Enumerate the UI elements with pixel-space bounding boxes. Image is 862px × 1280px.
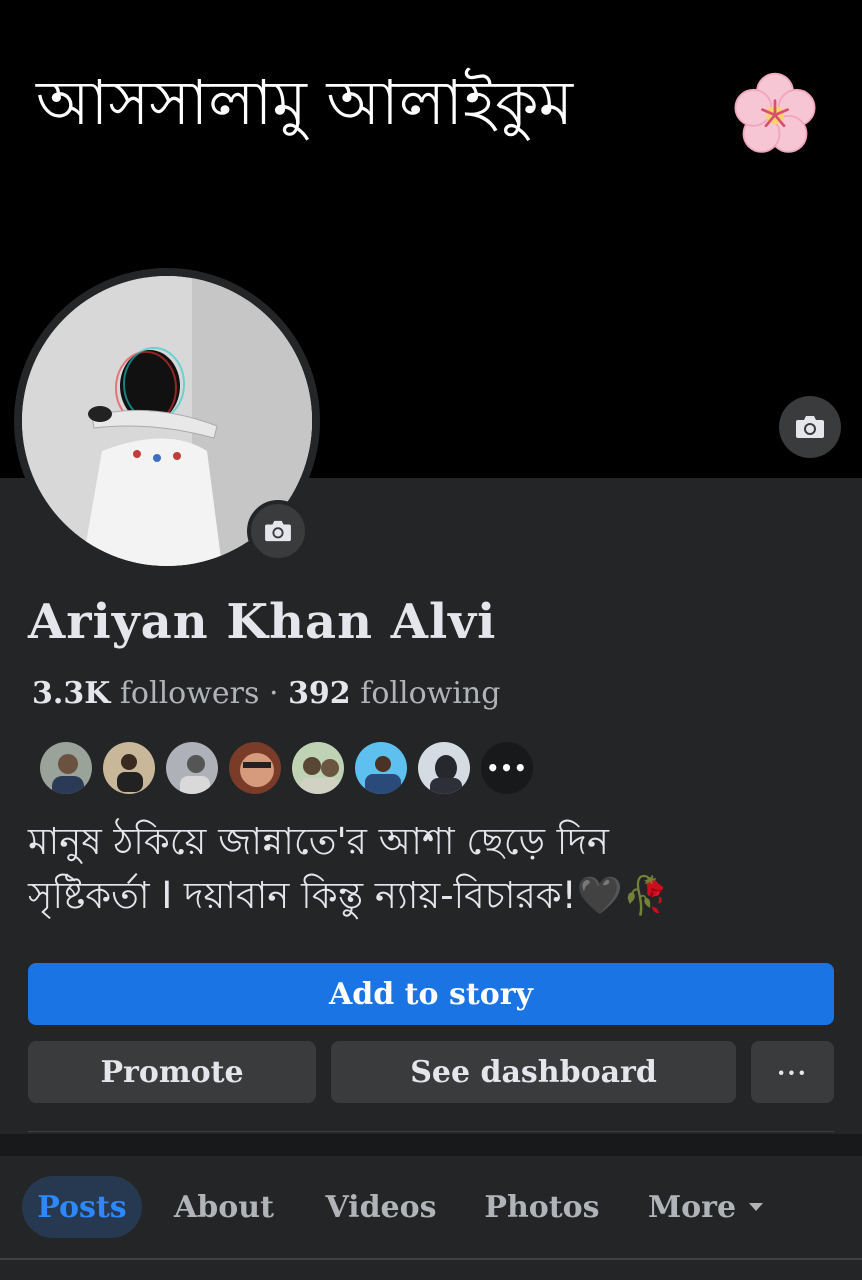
friends-avatar-row[interactable]: ••• — [38, 740, 542, 796]
profile-bio: মানুষ ঠকিয়ে জান্নাতে'র আশা ছেড়ে দিন সৃ… — [28, 815, 828, 923]
more-friends-button[interactable]: ••• — [479, 740, 535, 796]
add-to-story-button[interactable]: Add to story — [28, 963, 834, 1025]
tab-about[interactable]: About — [160, 1176, 288, 1238]
cherry-blossom-icon — [734, 72, 816, 153]
friend-avatar[interactable] — [416, 740, 472, 796]
bio-line: মানুষ ঠকিয়ে জান্নাতে'র আশা ছেড়ে দিন — [28, 820, 609, 863]
more-options-button[interactable]: ··· — [751, 1041, 834, 1103]
bio-line: সৃষ্টিকর্তা I দয়াবান কিন্তু ন্যায়-বিচা… — [28, 874, 669, 917]
more-friends-dots: ••• — [486, 756, 528, 780]
see-dashboard-button[interactable]: See dashboard — [331, 1041, 736, 1103]
promote-button[interactable]: Promote — [28, 1041, 316, 1103]
edit-cover-camera-button[interactable] — [779, 396, 841, 458]
stats-separator: · — [268, 676, 279, 711]
divider — [28, 1131, 834, 1132]
section-separator — [0, 1134, 862, 1156]
tab-photos[interactable]: Photos — [472, 1176, 612, 1238]
camera-icon — [796, 416, 824, 438]
profile-name: Ariyan Khan Alvi — [28, 594, 497, 650]
friend-avatar[interactable] — [290, 740, 346, 796]
tab-posts[interactable]: Posts — [22, 1176, 142, 1238]
friend-avatar[interactable] — [227, 740, 283, 796]
tab-more-label: More — [647, 1189, 737, 1225]
follow-stats: 3.3K followers · 392 following — [32, 676, 500, 711]
following-label[interactable]: following — [360, 676, 500, 711]
friend-avatar[interactable] — [353, 740, 409, 796]
friend-avatar[interactable] — [164, 740, 220, 796]
friend-avatar[interactable] — [101, 740, 157, 796]
profile-tabs: Posts About Videos Photos More — [0, 1156, 862, 1258]
edit-profile-picture-camera-button[interactable] — [247, 500, 309, 562]
followers-label[interactable]: followers — [120, 676, 260, 711]
following-count[interactable]: 392 — [288, 676, 351, 711]
caret-down-icon — [749, 1203, 764, 1211]
friend-avatar[interactable] — [38, 740, 94, 796]
tab-more[interactable]: More — [634, 1176, 778, 1238]
divider — [0, 1258, 862, 1260]
camera-icon — [265, 520, 291, 542]
tab-videos[interactable]: Videos — [310, 1176, 452, 1238]
cover-greeting: আসসালামু আলাইকুম — [36, 66, 574, 139]
followers-count[interactable]: 3.3K — [32, 676, 110, 711]
